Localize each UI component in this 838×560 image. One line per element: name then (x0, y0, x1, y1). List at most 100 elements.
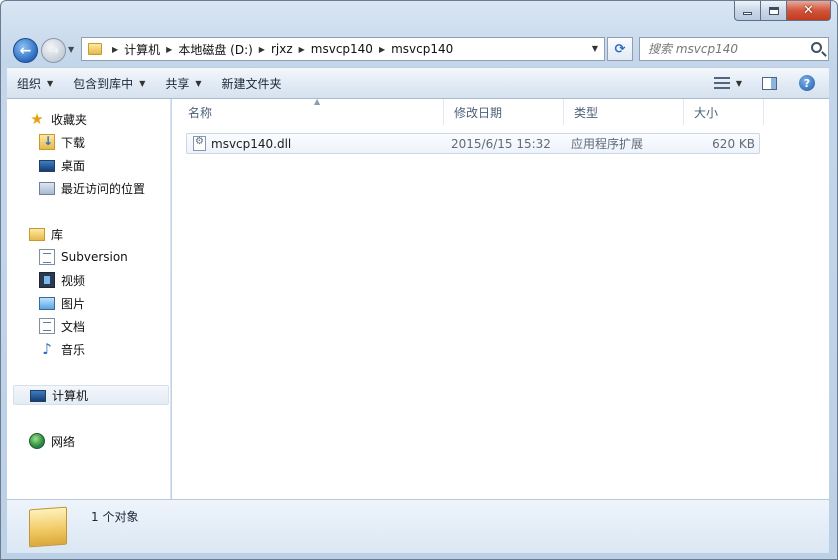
nav-computer-label: 计算机 (52, 388, 89, 403)
chevron-down-icon: ▼ (195, 78, 202, 88)
nav-recent-places[interactable]: 最近访问的位置 (39, 178, 145, 198)
folder-icon (29, 506, 67, 548)
crumb-separator-icon[interactable]: ▶ (112, 45, 118, 54)
maximize-button[interactable] (761, 1, 787, 21)
command-bar: 组织 ▼ 包含到库中 ▼ 共享 ▼ 新建文件夹 ▼ ? (7, 67, 829, 99)
nav-documents[interactable]: 文档 (39, 316, 85, 336)
forward-arrow-icon: → (47, 42, 60, 59)
close-button[interactable]: ✕ (787, 1, 831, 21)
music-icon: ♪ (42, 340, 52, 358)
nav-pictures-label: 图片 (61, 296, 86, 311)
share-label: 共享 (165, 76, 190, 91)
address-history-dropdown[interactable]: ▼ (592, 44, 598, 53)
file-type: 应用程序扩展 (571, 137, 644, 151)
crumb-separator-icon[interactable]: ▶ (166, 45, 172, 54)
nav-favorites[interactable]: ★ 收藏夹 (29, 109, 87, 129)
nav-documents-label: 文档 (61, 319, 86, 334)
help-icon[interactable]: ? (799, 75, 815, 91)
caption-buttons: ✕ (734, 1, 831, 22)
column-name-label: 名称 (188, 105, 213, 120)
explorer-window: ✕ ← → ▼ ▶ 计算机 ▶ 本地磁盘 (D:) ▶ rjxz ▶ msvcp… (0, 0, 838, 560)
desktop-icon (39, 160, 55, 172)
library-icon (29, 227, 45, 241)
change-view-icon[interactable] (713, 77, 730, 89)
column-size-label: 大小 (694, 105, 719, 120)
nav-libraries[interactable]: 库 (29, 224, 63, 244)
nav-videos-label: 视频 (61, 273, 86, 288)
nav-music-label: 音乐 (61, 342, 86, 357)
nav-favorites-label: 收藏夹 (51, 112, 88, 127)
command-bar-right: ▼ ? (713, 68, 829, 98)
column-header-name[interactable]: 名称 ▲ (178, 97, 444, 125)
pictures-icon (39, 296, 55, 310)
search-input[interactable] (648, 42, 798, 56)
column-header-type[interactable]: 类型 (564, 99, 684, 125)
breadcrumb-drive-d[interactable]: 本地磁盘 (D:) (178, 41, 252, 58)
nav-recent-label: 最近访问的位置 (61, 181, 146, 196)
nav-videos[interactable]: 视频 (39, 270, 85, 290)
breadcrumb-computer[interactable]: 计算机 (124, 41, 160, 58)
nav-downloads-label: 下载 (61, 135, 86, 150)
organize-menu[interactable]: 组织 ▼ (7, 68, 63, 98)
folder-icon (88, 43, 102, 55)
column-header-size[interactable]: 大小 (684, 99, 764, 125)
nav-downloads[interactable]: 下载 (39, 132, 85, 152)
include-in-library-label: 包含到库中 (73, 76, 134, 91)
breadcrumb-msvcp140-current[interactable]: msvcp140 (391, 42, 453, 56)
refresh-icon: ⟳ (614, 41, 626, 57)
file-size: 620 KB (712, 136, 755, 151)
column-type-label: 类型 (574, 105, 599, 120)
file-modified: 2015/6/15 15:32 (451, 136, 551, 151)
file-list: 名称 ▲ 修改日期 类型 大小 msvcp140.dll 2015/6/15 15… (172, 97, 829, 499)
nav-music[interactable]: ♪ 音乐 (39, 339, 85, 359)
crumb-separator-icon[interactable]: ▶ (379, 45, 385, 54)
chevron-down-icon: ▼ (47, 78, 54, 88)
back-button[interactable]: ← (13, 38, 38, 63)
nav-network-label: 网络 (51, 434, 76, 449)
address-bar[interactable]: ▶ 计算机 ▶ 本地磁盘 (D:) ▶ rjxz ▶ msvcp140 ▶ ms… (81, 37, 605, 61)
subversion-library-icon (39, 249, 55, 265)
documents-icon (39, 318, 55, 334)
recent-pages-dropdown[interactable]: ▼ (68, 45, 74, 54)
minimize-button[interactable] (734, 1, 761, 21)
item-count: 1 个对象 (91, 510, 139, 524)
minimize-icon (743, 12, 752, 15)
include-in-library-menu[interactable]: 包含到库中 ▼ (63, 68, 155, 98)
view-options-dropdown[interactable]: ▼ (736, 79, 742, 88)
network-icon (29, 433, 45, 449)
file-name: msvcp140.dll (211, 136, 292, 151)
sort-ascending-icon: ▲ (314, 97, 321, 106)
star-icon: ★ (30, 110, 44, 128)
search-box[interactable] (639, 37, 829, 61)
downloads-folder-icon (39, 134, 55, 150)
maximize-icon (768, 6, 779, 15)
back-arrow-icon: ← (19, 42, 32, 59)
dll-file-icon (193, 136, 206, 151)
column-modified-label: 修改日期 (454, 105, 503, 120)
chevron-down-icon: ▼ (139, 78, 146, 88)
search-icon[interactable] (811, 42, 822, 53)
forward-button[interactable]: → (41, 38, 66, 63)
new-folder-label: 新建文件夹 (221, 76, 282, 91)
nav-subversion-label: Subversion (61, 250, 128, 264)
file-row[interactable]: msvcp140.dll 2015/6/15 15:32 应用程序扩展 620 … (186, 133, 760, 154)
nav-desktop[interactable]: 桌面 (39, 155, 85, 175)
organize-label: 组织 (17, 76, 42, 91)
recent-places-icon (39, 181, 55, 195)
crumb-separator-icon[interactable]: ▶ (299, 45, 305, 54)
nav-network[interactable]: 网络 (29, 431, 75, 451)
details-pane: 1 个对象 (7, 499, 829, 553)
navigation-pane: ★ 收藏夹 下载 桌面 最近访问的位置 库 Subversion 视频 图片 文档… (7, 99, 171, 499)
breadcrumb-rjxz[interactable]: rjxz (271, 42, 293, 56)
column-header-modified[interactable]: 修改日期 (444, 99, 564, 125)
share-menu[interactable]: 共享 ▼ (155, 68, 211, 98)
crumb-separator-icon[interactable]: ▶ (259, 45, 265, 54)
nav-pictures[interactable]: 图片 (39, 293, 85, 313)
computer-icon (30, 390, 46, 402)
new-folder-button[interactable]: 新建文件夹 (212, 68, 292, 98)
refresh-button[interactable]: ⟳ (607, 37, 633, 61)
nav-computer[interactable]: 计算机 (13, 385, 169, 405)
nav-subversion[interactable]: Subversion (39, 247, 128, 267)
preview-pane-icon[interactable] (762, 76, 777, 90)
breadcrumb-msvcp140-parent[interactable]: msvcp140 (311, 42, 373, 56)
